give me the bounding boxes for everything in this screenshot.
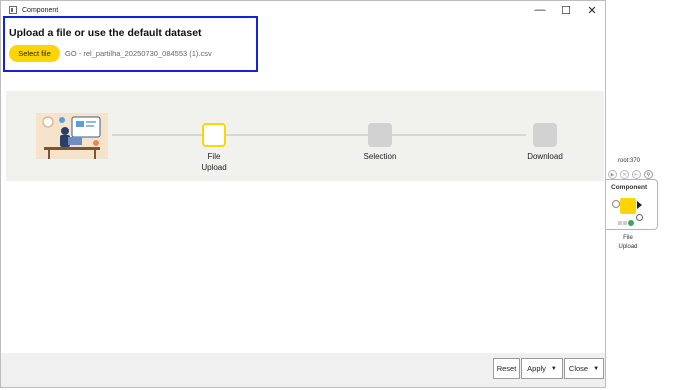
step-selection-box[interactable] bbox=[368, 123, 392, 147]
minimize-icon: — bbox=[534, 4, 546, 16]
node-status-cell-icon bbox=[618, 221, 622, 225]
node-id-label: root:370 bbox=[618, 158, 641, 164]
close-button[interactable]: Close ▼ bbox=[564, 358, 604, 379]
selected-file-name: GO - rel_partilha_20250730_084553 (1).cs… bbox=[65, 49, 212, 58]
maximize-icon: ☐ bbox=[561, 4, 571, 17]
node-add-icon[interactable] bbox=[636, 214, 643, 221]
step-download-label: Download bbox=[527, 152, 563, 161]
close-label: Close bbox=[568, 364, 589, 373]
select-file-button[interactable]: Select file bbox=[9, 45, 60, 62]
node-title: Component bbox=[611, 184, 648, 191]
node-view-icon[interactable]: ⚲ bbox=[644, 170, 653, 179]
minimize-button[interactable]: — bbox=[528, 1, 552, 19]
component-window: Component — ☐ ✕ Upload a file or use the… bbox=[0, 0, 606, 388]
window-title: Component bbox=[22, 6, 59, 14]
stepper-panel: File Upload Selection Download bbox=[6, 91, 604, 181]
node-output-port-icon[interactable] bbox=[637, 201, 642, 209]
close-window-button[interactable]: ✕ bbox=[580, 1, 604, 19]
step-download-box[interactable] bbox=[533, 123, 557, 147]
dialog-footer: Reset Apply ▼ Close ▼ bbox=[1, 353, 605, 387]
apply-button[interactable]: Apply ▼ bbox=[521, 358, 563, 379]
close-icon: ✕ bbox=[587, 4, 597, 17]
node-input-port-icon[interactable] bbox=[612, 200, 620, 208]
step-selection-label: Selection bbox=[363, 152, 397, 161]
upload-heading: Upload a file or use the default dataset bbox=[9, 27, 202, 39]
upload-section: Upload a file or use the default dataset… bbox=[3, 16, 258, 72]
step-file-upload-box[interactable] bbox=[202, 123, 226, 147]
node-status-ok-icon bbox=[628, 220, 634, 226]
node-reset-icon[interactable]: ⇤ bbox=[632, 170, 641, 179]
apply-dropdown-icon: ▼ bbox=[550, 365, 557, 372]
reset-label: Reset bbox=[496, 364, 517, 373]
maximize-button[interactable]: ☐ bbox=[554, 1, 578, 19]
node-execute-icon[interactable]: ▶ bbox=[608, 170, 617, 179]
node-status-cell-icon bbox=[623, 221, 627, 225]
stepper-track bbox=[112, 134, 526, 136]
node-cancel-icon[interactable]: ✕ bbox=[620, 170, 629, 179]
close-dropdown-icon: ▼ bbox=[593, 365, 600, 372]
workflow-node-card[interactable]: Component bbox=[606, 179, 658, 230]
reset-button[interactable]: Reset bbox=[493, 358, 520, 379]
apply-label: Apply bbox=[527, 364, 546, 373]
window-app-icon bbox=[9, 6, 17, 14]
step-file-upload-label: File Upload bbox=[201, 152, 227, 172]
node-label: File Upload bbox=[618, 235, 638, 250]
node-body-icon bbox=[620, 198, 636, 214]
upload-illustration-image bbox=[36, 113, 108, 159]
